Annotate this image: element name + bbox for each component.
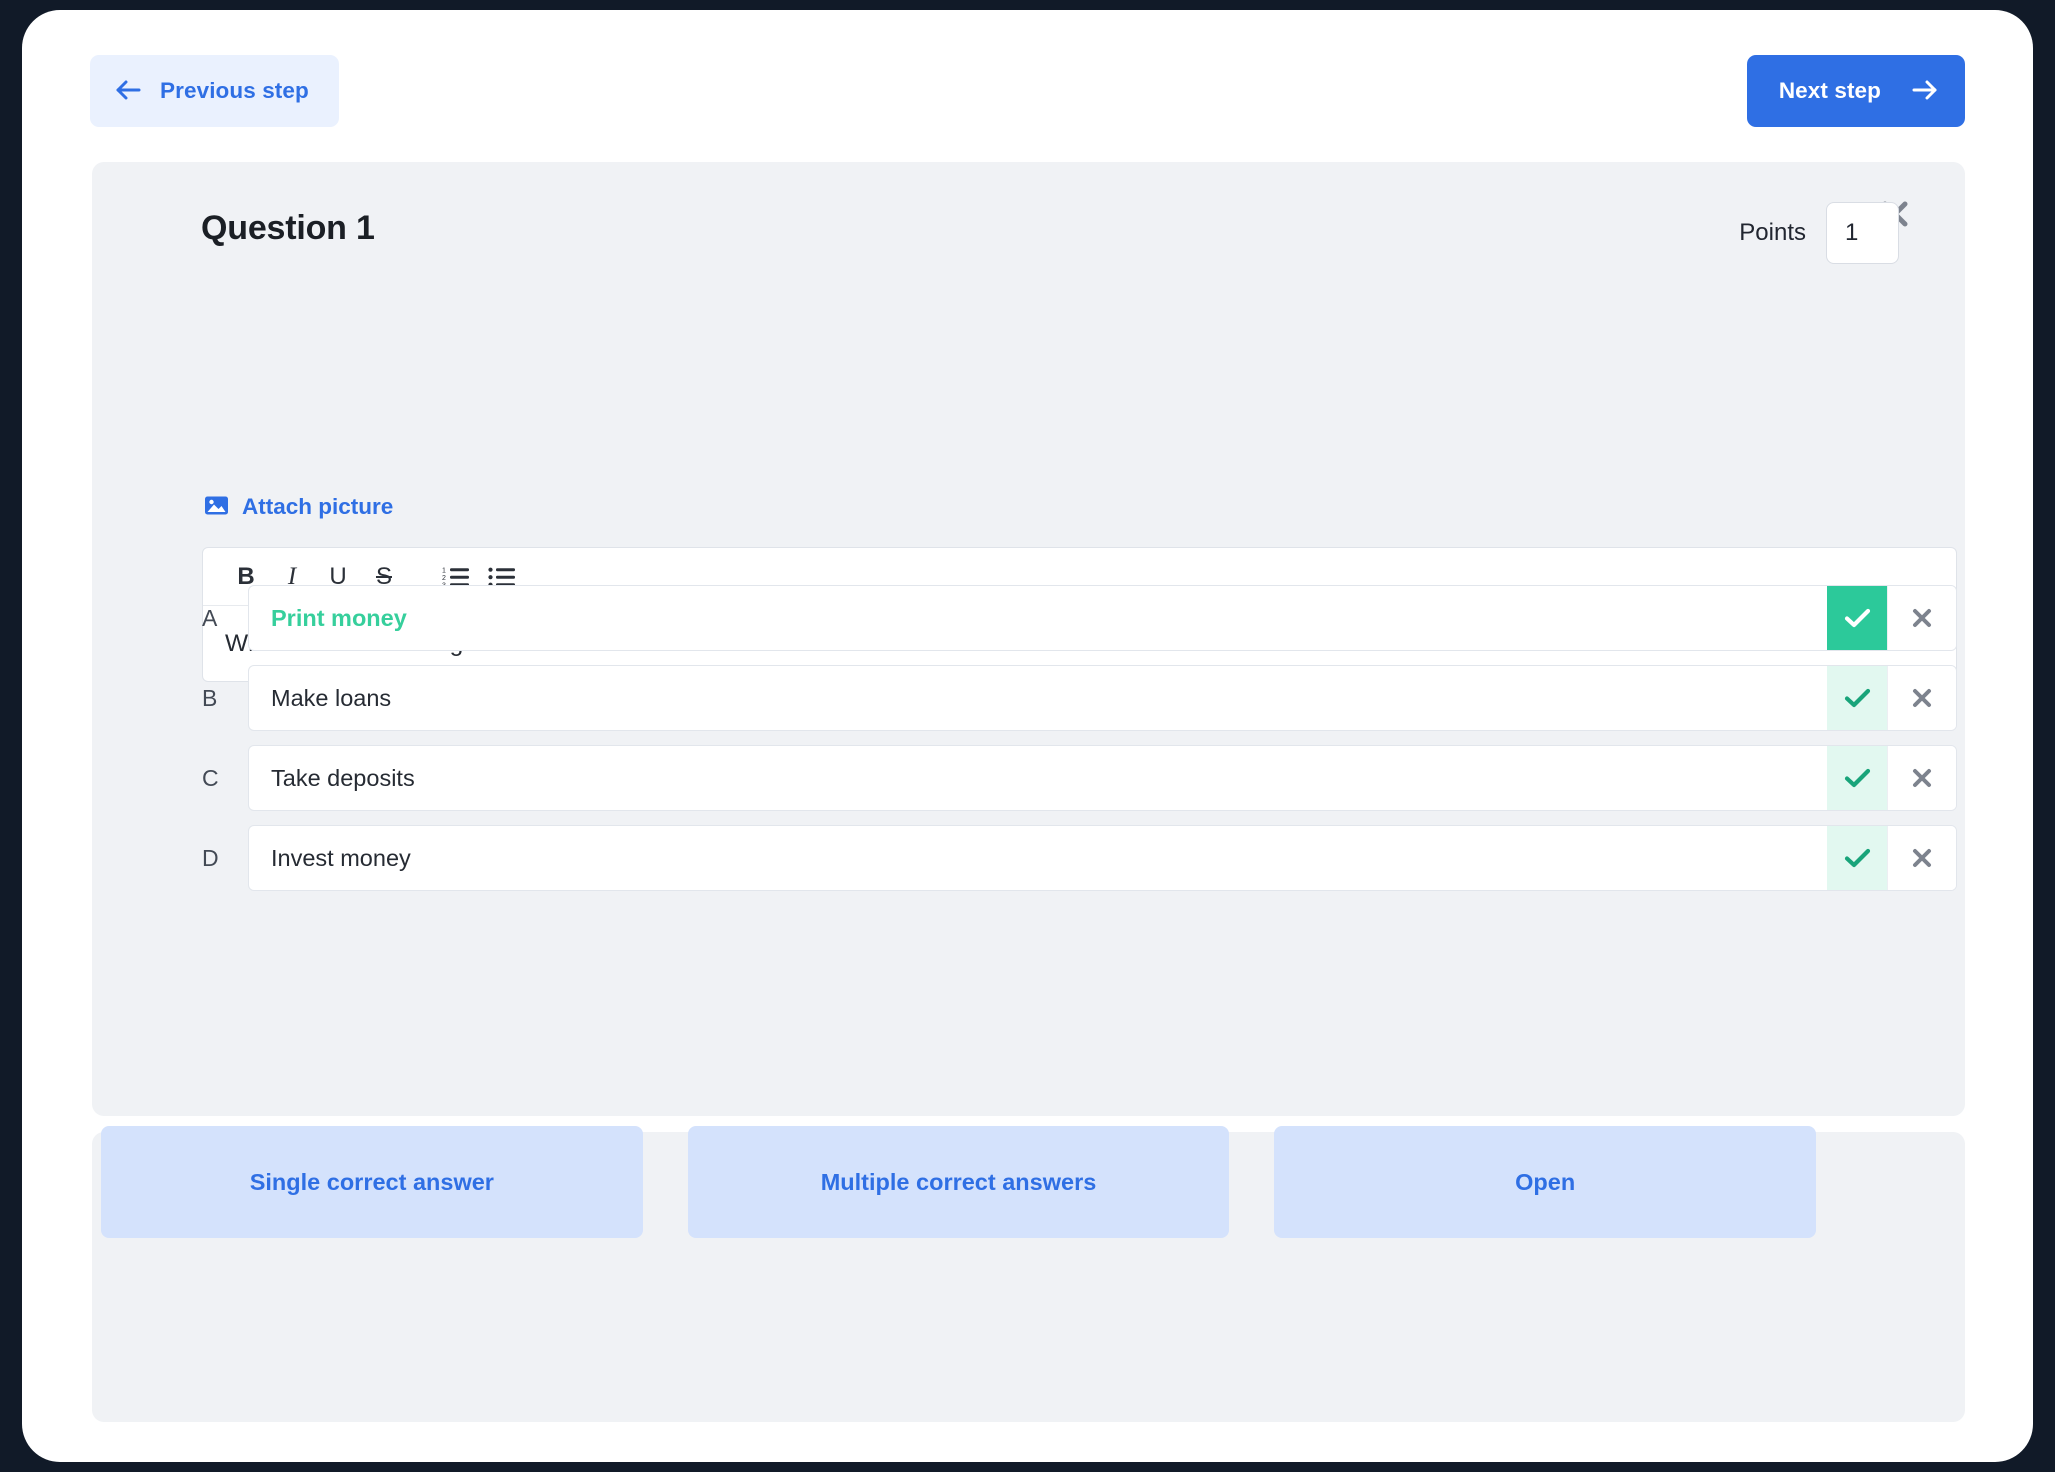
open-question-button[interactable]: Open — [1274, 1126, 1817, 1238]
mark-correct-button[interactable] — [1827, 586, 1887, 650]
close-icon — [1913, 689, 1931, 707]
previous-step-label: Previous step — [160, 78, 309, 103]
check-icon — [1844, 848, 1870, 868]
multiple-correct-answers-button[interactable]: Multiple correct answers — [687, 1126, 1230, 1238]
answer-row: C Take deposits — [202, 745, 1957, 811]
answer-letter: B — [202, 684, 218, 711]
next-step-label: Next step — [1778, 78, 1881, 103]
close-icon — [1913, 849, 1931, 867]
answer-box: Take deposits — [248, 745, 1957, 811]
check-icon — [1844, 688, 1870, 708]
mark-correct-button[interactable] — [1827, 746, 1887, 810]
answer-box: Print money — [248, 585, 1957, 651]
remove-answer-button[interactable] — [1887, 746, 1956, 810]
mark-correct-button[interactable] — [1827, 826, 1887, 890]
remove-answer-button[interactable] — [1887, 826, 1956, 890]
answer-letter: A — [202, 604, 218, 631]
points-group: Points — [1739, 202, 1899, 264]
svg-text:2: 2 — [442, 575, 446, 582]
attach-picture-label: Attach picture — [242, 494, 394, 519]
points-input[interactable] — [1826, 202, 1899, 264]
image-icon — [204, 495, 229, 519]
remove-answer-button[interactable] — [1887, 666, 1956, 730]
answer-letter: D — [202, 844, 219, 871]
check-icon — [1844, 768, 1870, 788]
answer-text-input[interactable]: Make loans — [249, 666, 1827, 730]
answer-text-input[interactable]: Print money — [249, 586, 1827, 650]
close-icon — [1913, 769, 1931, 787]
answer-box: Invest money — [248, 825, 1957, 891]
arrow-left-icon — [116, 79, 142, 104]
question-type-row: Single correct answer Multiple correct a… — [101, 1126, 1817, 1238]
answer-box: Make loans — [248, 665, 1957, 731]
close-icon — [1913, 609, 1931, 627]
device-frame: Previous step Next step Question 1 Point… — [0, 0, 2055, 1472]
wizard-nav-bar: Previous step Next step — [22, 10, 2033, 152]
answer-letter: C — [202, 764, 219, 791]
next-step-button[interactable]: Next step — [1746, 55, 1965, 127]
page-title: Question 1 — [201, 209, 375, 247]
check-icon — [1844, 608, 1870, 628]
question-card: Question 1 Points Attach picture — [92, 162, 1965, 1180]
answer-text-input[interactable]: Take deposits — [249, 746, 1827, 810]
attach-picture-button[interactable]: Attach picture — [204, 494, 393, 520]
answer-row: B Make loans — [202, 665, 1957, 731]
points-label: Points — [1739, 219, 1806, 246]
single-correct-answer-button[interactable]: Single correct answer — [101, 1126, 643, 1238]
remove-answer-button[interactable] — [1887, 586, 1956, 650]
mark-correct-button[interactable] — [1827, 666, 1887, 730]
arrow-right-icon — [1911, 79, 1937, 104]
svg-text:1: 1 — [442, 567, 446, 574]
answer-row: A Print money — [202, 585, 1957, 651]
previous-step-button[interactable]: Previous step — [90, 55, 339, 127]
answer-row: D Invest money — [202, 825, 1957, 891]
app-window: Previous step Next step Question 1 Point… — [22, 10, 2033, 1462]
answer-text-input[interactable]: Invest money — [249, 826, 1827, 890]
